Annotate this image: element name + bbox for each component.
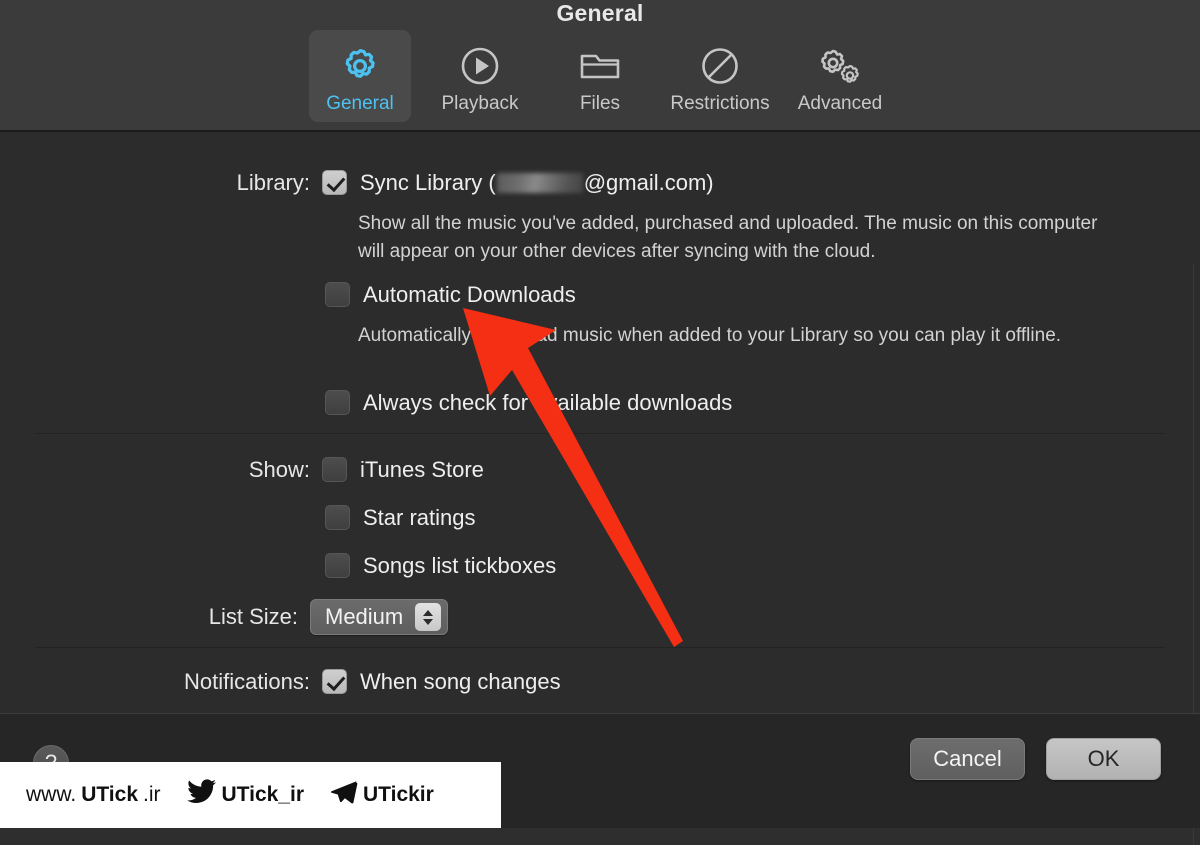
tab-label-advanced: Advanced [797, 93, 883, 114]
divider-2 [35, 647, 1165, 648]
star-ratings-checkbox[interactable] [325, 505, 350, 530]
cancel-button[interactable]: Cancel [910, 738, 1025, 780]
ok-button[interactable]: OK [1046, 738, 1161, 780]
sync-library-label-before: Sync Library ( [360, 170, 496, 195]
watermark-site-prefix: www. [26, 783, 77, 806]
divider-1 [35, 433, 1165, 434]
always-check-label: Always check for available downloads [363, 390, 733, 415]
tab-restrictions[interactable]: Restrictions [669, 30, 771, 122]
songs-list-tickboxes-checkbox[interactable] [325, 553, 350, 578]
always-check-checkbox[interactable] [325, 390, 350, 415]
songs-list-tickboxes-label: Songs list tickboxes [363, 553, 557, 578]
watermark-telegram: UTickir [330, 780, 434, 810]
list-size-row: List Size: Medium [0, 599, 1165, 635]
show-row-2: Star ratings [325, 505, 476, 530]
automatic-downloads-label: Automatic Downloads [363, 282, 576, 307]
list-size-label: List Size: [208, 604, 298, 629]
tab-label-restrictions: Restrictions [670, 93, 770, 114]
window-title: General [556, 0, 644, 26]
sync-library-checkbox[interactable] [322, 170, 347, 195]
tab-playback[interactable]: Playback [429, 30, 531, 122]
gears-icon [815, 41, 865, 91]
show-row-1: Show: iTunes Store [0, 457, 1165, 483]
chevron-up-down-icon[interactable] [415, 603, 442, 631]
watermark-site-main: UTick [81, 783, 138, 806]
play-circle-icon [458, 41, 502, 91]
folder-icon [577, 41, 623, 91]
automatic-downloads-row: Automatic Downloads [325, 282, 576, 307]
list-size-popup-button[interactable]: Medium [310, 599, 449, 635]
telegram-handle: UTickir [363, 783, 434, 806]
redacted-email [496, 173, 583, 193]
tab-label-files: Files [579, 93, 621, 114]
sync-library-description: Show all the music you've added, purchas… [358, 213, 1098, 262]
library-label: Library: [236, 170, 310, 195]
preferences-toolbar: General General Playback Files Restricti… [0, 0, 1200, 132]
automatic-downloads-checkbox[interactable] [325, 282, 350, 307]
star-ratings-label: Star ratings [363, 505, 476, 530]
list-size-value: Medium [325, 604, 404, 629]
automatic-downloads-description: Automatically download music when added … [358, 325, 1062, 346]
tab-label-general: General [326, 93, 394, 114]
tab-advanced[interactable]: Advanced [789, 30, 891, 122]
watermark-website: www. UTick .ir [26, 783, 161, 807]
no-entry-icon [698, 41, 742, 91]
itunes-store-checkbox[interactable] [322, 457, 347, 482]
show-label: Show: [248, 457, 310, 482]
itunes-store-label: iTunes Store [360, 457, 484, 482]
show-row-3: Songs list tickboxes [325, 553, 556, 578]
watermark-bar: www. UTick .ir UTick_ir UTickir [0, 762, 501, 828]
when-song-changes-label: When song changes [360, 669, 561, 694]
always-check-row: Always check for available downloads [325, 390, 732, 415]
telegram-icon [330, 780, 358, 810]
tab-general[interactable]: General [309, 30, 411, 122]
preferences-content: Library: Sync Library ( @gmail.com) Show … [0, 132, 1200, 845]
watermark-site-suffix: .ir [143, 783, 161, 806]
twitter-handle: UTick_ir [221, 783, 305, 806]
gear-icon [338, 41, 382, 91]
notifications-label: Notifications: [184, 669, 310, 694]
sync-library-label: Sync Library ( @gmail.com) [360, 170, 714, 195]
watermark-twitter: UTick_ir [186, 779, 305, 811]
tab-label-playback: Playback [441, 93, 519, 114]
library-row: Library: Sync Library ( @gmail.com) [0, 170, 1165, 196]
tab-files[interactable]: Files [549, 30, 651, 122]
notifications-row: Notifications: When song changes [0, 669, 1165, 695]
sync-library-label-after: @gmail.com) [583, 170, 714, 195]
preferences-window: General General Playback Files Restricti… [0, 0, 1200, 845]
twitter-bird-icon [186, 779, 217, 811]
tab-bar: General Playback Files Restrictions Adva… [0, 30, 1200, 122]
when-song-changes-checkbox[interactable] [322, 669, 347, 694]
